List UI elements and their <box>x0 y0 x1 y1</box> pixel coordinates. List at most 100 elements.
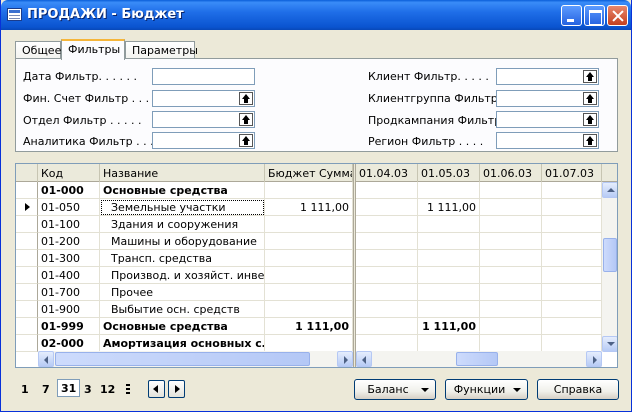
period-amount-cell[interactable] <box>480 182 542 199</box>
column-header-name[interactable]: Название <box>100 164 265 182</box>
row-selector[interactable] <box>16 233 38 250</box>
period-amount-cell[interactable] <box>480 318 542 335</box>
period-amount-cell[interactable] <box>418 250 480 267</box>
maximize-button[interactable] <box>584 5 605 26</box>
period-amount-cell[interactable] <box>542 182 602 199</box>
row-selector[interactable] <box>16 216 38 233</box>
lookup-arrow-icon[interactable] <box>583 92 597 105</box>
period-amount-cell[interactable]: 1 111,00 <box>418 318 480 335</box>
period-amount-cell[interactable] <box>418 301 480 318</box>
lookup-arrow-icon[interactable] <box>583 134 597 147</box>
period-month[interactable]: 31 <box>57 379 81 397</box>
period-amount-cell[interactable] <box>356 182 418 199</box>
period-amount-cell[interactable] <box>418 233 480 250</box>
period-amount-cell[interactable] <box>480 250 542 267</box>
lookup-arrow-icon[interactable] <box>239 134 253 147</box>
account-code-cell[interactable]: 01-050 <box>38 199 100 216</box>
vertical-scrollbar[interactable] <box>602 182 617 352</box>
column-header-budget[interactable]: Бюджет Сумма <box>265 164 353 182</box>
budget-amount-cell[interactable] <box>265 216 353 233</box>
period-day[interactable]: 1 <box>21 381 29 399</box>
tab-parameters[interactable]: Параметры <box>125 41 198 59</box>
account-code-cell[interactable]: 01-400 <box>38 267 100 284</box>
period-amount-cell[interactable] <box>356 284 418 301</box>
period-amount-cell[interactable] <box>356 216 418 233</box>
account-name-cell[interactable]: Прочее <box>100 284 265 301</box>
scroll-right-icon[interactable] <box>337 351 353 367</box>
row-selector[interactable] <box>16 301 38 318</box>
period-amount-cell[interactable] <box>356 301 418 318</box>
column-header-period[interactable]: 01.06.03 <box>480 164 542 182</box>
period-amount-cell[interactable] <box>480 233 542 250</box>
row-selector[interactable] <box>16 267 38 284</box>
functions-menu-button[interactable]: Функции <box>445 379 528 400</box>
row-selector[interactable] <box>16 284 38 301</box>
period-week[interactable]: 7 <box>42 381 50 399</box>
previous-period-button[interactable] <box>148 380 165 398</box>
lookup-arrow-icon[interactable] <box>239 113 253 126</box>
period-amount-cell[interactable] <box>356 335 418 352</box>
account-code-cell[interactable]: 01-999 <box>38 318 100 335</box>
period-amount-cell[interactable] <box>418 182 480 199</box>
period-amount-cell[interactable] <box>356 267 418 284</box>
period-amount-cell[interactable] <box>356 233 418 250</box>
budget-amount-cell[interactable] <box>265 182 353 199</box>
account-code-cell[interactable]: 01-700 <box>38 284 100 301</box>
customer-filter-input[interactable] <box>496 68 599 85</box>
pane-splitter[interactable] <box>353 164 356 367</box>
region-filter-input[interactable] <box>496 132 599 149</box>
account-name-cell[interactable]: Трансп. средства <box>100 250 265 267</box>
account-name-cell[interactable]: Основные средства <box>100 182 265 199</box>
close-button[interactable] <box>607 5 628 26</box>
period-amount-cell[interactable] <box>480 301 542 318</box>
period-amount-cell[interactable] <box>542 318 602 335</box>
date-filter-input[interactable] <box>152 68 255 85</box>
account-name-cell[interactable]: Здания и сооружения <box>100 216 265 233</box>
period-amount-cell[interactable] <box>480 284 542 301</box>
account-name-cell[interactable]: Основные средства <box>100 318 265 335</box>
period-amount-cell[interactable] <box>542 335 602 352</box>
campaign-filter-input[interactable] <box>496 111 599 128</box>
right-horizontal-scrollbar[interactable] <box>356 351 602 367</box>
period-amount-cell[interactable]: 1 111,00 <box>418 199 480 216</box>
budget-amount-cell[interactable] <box>265 267 353 284</box>
account-code-cell[interactable]: 02-000 <box>38 335 100 352</box>
period-quarter[interactable]: 3 <box>84 381 92 399</box>
period-amount-cell[interactable] <box>418 284 480 301</box>
column-header-period[interactable]: 01.05.03 <box>418 164 480 182</box>
period-amount-cell[interactable] <box>542 301 602 318</box>
account-code-cell[interactable]: 01-100 <box>38 216 100 233</box>
account-code-cell[interactable]: 01-000 <box>38 182 100 199</box>
left-horizontal-scrollbar[interactable] <box>38 351 353 367</box>
next-period-button[interactable] <box>168 380 185 398</box>
period-amount-cell[interactable] <box>480 199 542 216</box>
period-amount-cell[interactable] <box>356 199 418 216</box>
period-amount-cell[interactable] <box>480 267 542 284</box>
account-code-cell[interactable]: 01-200 <box>38 233 100 250</box>
tab-general[interactable]: Общее <box>15 41 61 59</box>
tab-filters[interactable]: Фильтры <box>61 39 125 60</box>
column-header-period[interactable]: 01.04.03 <box>356 164 418 182</box>
period-amount-cell[interactable] <box>356 318 418 335</box>
scroll-left-icon[interactable] <box>356 351 372 367</box>
period-amount-cell[interactable] <box>480 216 542 233</box>
period-amount-cell[interactable] <box>542 267 602 284</box>
balance-menu-button[interactable]: Баланс <box>354 379 436 400</box>
budget-grid[interactable]: Код Название Бюджет Сумма 01.04.03 01.05… <box>15 163 618 368</box>
minimize-button[interactable] <box>561 5 582 26</box>
lookup-arrow-icon[interactable] <box>583 70 597 83</box>
lookup-arrow-icon[interactable] <box>583 113 597 126</box>
row-selector[interactable] <box>16 335 38 352</box>
customer-group-filter-input[interactable] <box>496 90 599 107</box>
account-filter-input[interactable] <box>152 90 255 107</box>
period-amount-cell[interactable] <box>418 216 480 233</box>
budget-amount-cell[interactable]: 1 111,00 <box>265 318 353 335</box>
period-amount-cell[interactable] <box>542 199 602 216</box>
scroll-left-icon[interactable] <box>38 351 54 367</box>
accounting-period-icon[interactable] <box>126 384 130 394</box>
account-name-cell[interactable]: Машины и оборудование <box>100 233 265 250</box>
period-amount-cell[interactable] <box>418 267 480 284</box>
row-selector[interactable] <box>16 182 38 199</box>
scroll-down-icon[interactable] <box>602 336 617 352</box>
period-amount-cell[interactable] <box>542 250 602 267</box>
